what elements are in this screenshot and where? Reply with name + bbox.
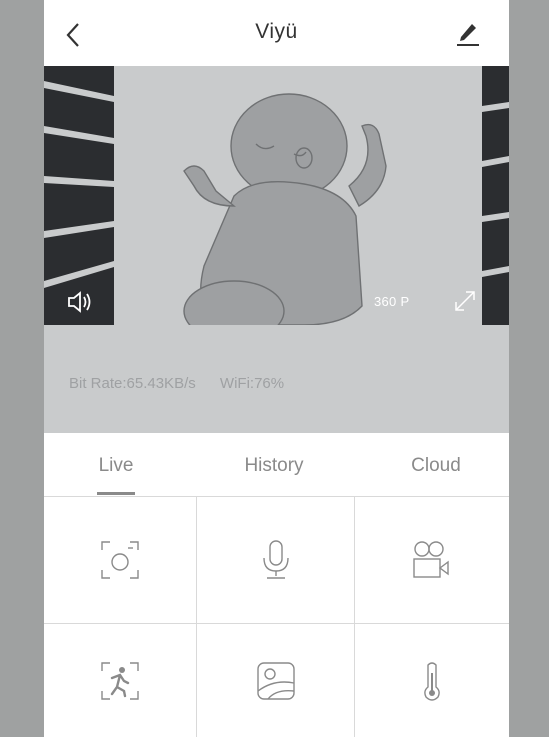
speaker-button[interactable] [66, 288, 96, 316]
fullscreen-button[interactable] [452, 288, 478, 314]
camera-focus-icon [101, 541, 139, 579]
tab-cloud[interactable]: Cloud [396, 455, 476, 477]
snapshot-button[interactable] [44, 497, 196, 623]
live-video-feed[interactable]: 360 P [44, 66, 509, 325]
pencil-icon [457, 24, 479, 46]
top-bar: Viyü [44, 0, 509, 66]
stream-status-bar: Bit Rate:65.43KB/s WiFi:76% [44, 325, 509, 433]
video-camera-icon [413, 541, 449, 578]
fullscreen-icon [455, 291, 475, 311]
picture-icon [256, 661, 295, 700]
motion-detection-button[interactable] [44, 624, 196, 737]
active-tab-indicator [97, 492, 135, 495]
resolution-selector[interactable]: 360 P [374, 294, 409, 309]
thermometer-icon [424, 661, 440, 701]
app-screen: Viyü 360 P Bit Rate:65.43KB/s WiFi:76% L… [44, 0, 509, 737]
tab-live[interactable]: Live [96, 455, 136, 477]
running-person-icon [101, 661, 139, 700]
album-button[interactable] [197, 624, 354, 737]
microphone-button[interactable] [197, 497, 354, 623]
page-title: Viyü [255, 20, 298, 43]
speaker-icon [68, 291, 91, 313]
tab-bar: Live History Cloud [44, 433, 509, 497]
bit-rate-label: Bit Rate:65.43KB/s [69, 375, 196, 392]
microphone-icon [262, 540, 289, 579]
record-button[interactable] [355, 497, 509, 623]
tab-history[interactable]: History [234, 455, 314, 477]
wifi-label: WiFi:76% [219, 375, 285, 392]
baby-crib-image [44, 66, 509, 325]
temperature-button[interactable] [355, 624, 509, 737]
edit-button[interactable] [454, 20, 482, 48]
